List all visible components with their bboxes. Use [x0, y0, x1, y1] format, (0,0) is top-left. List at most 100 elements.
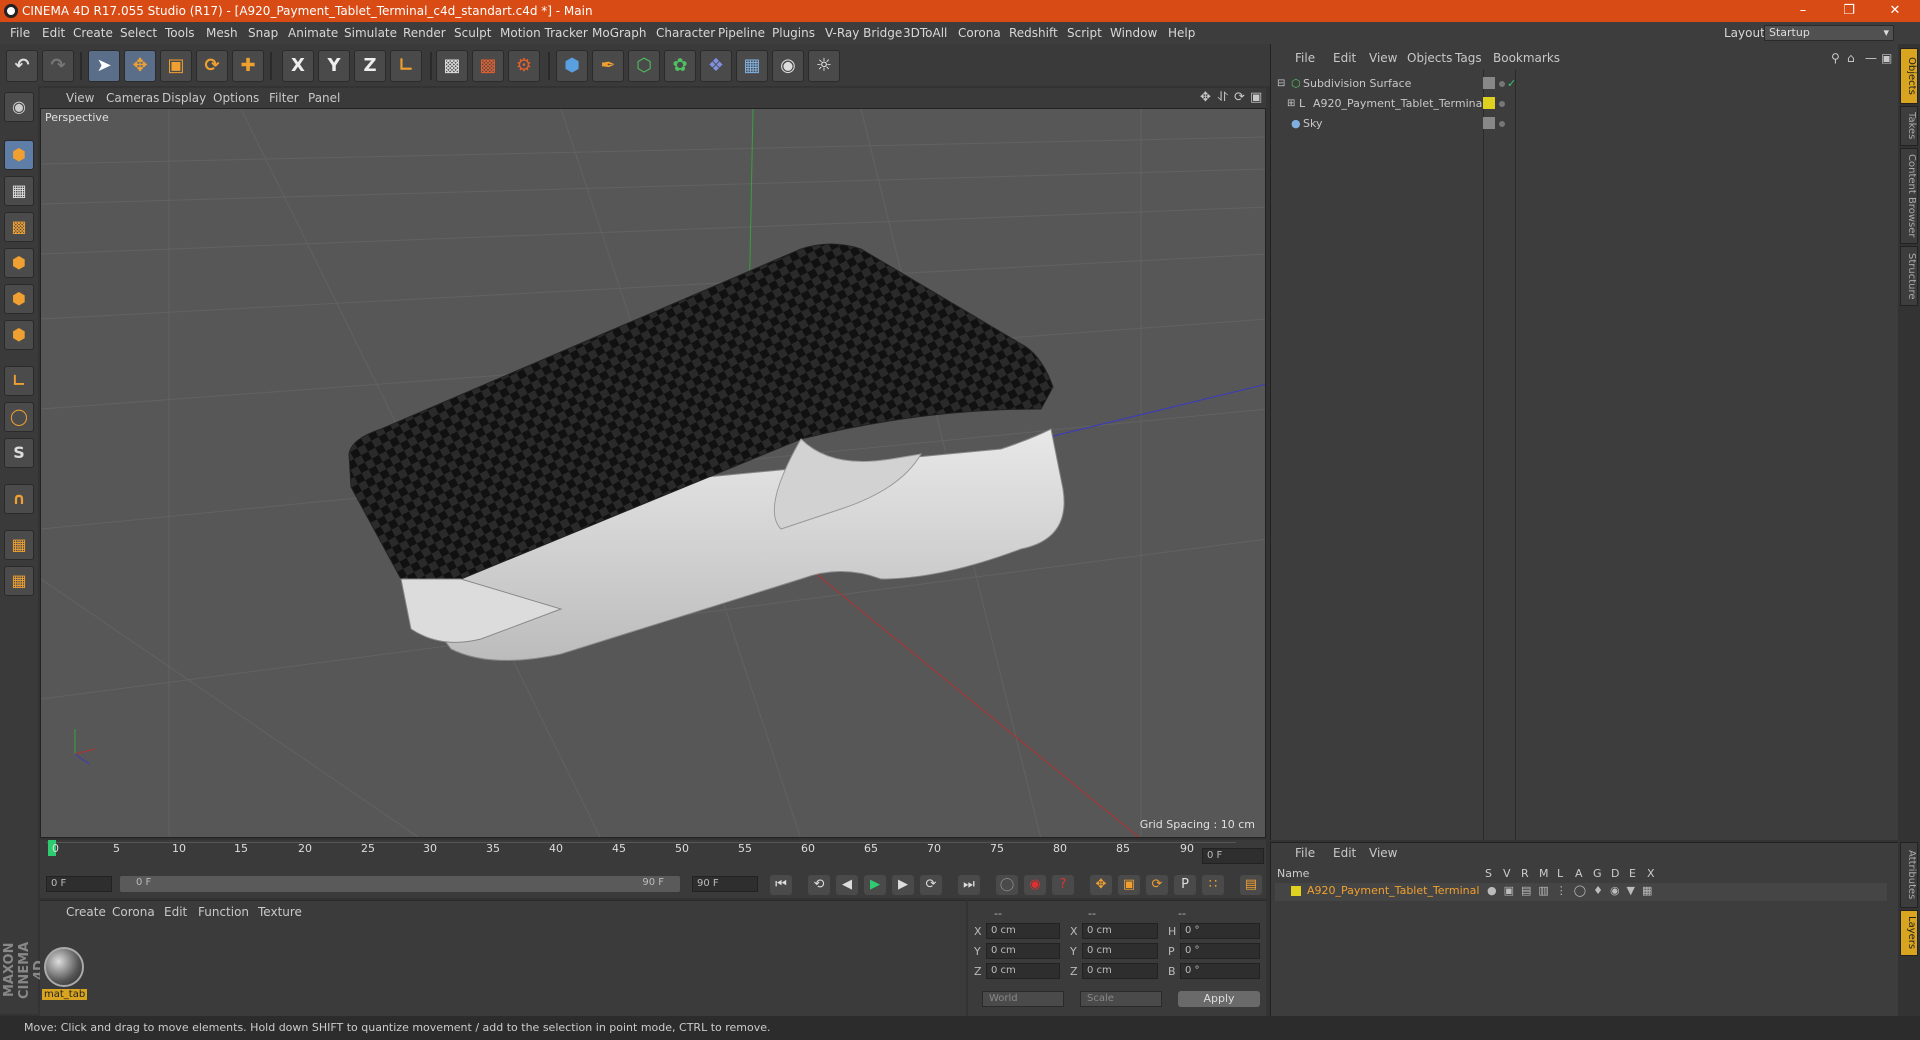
size-z-field[interactable]: 0 cm	[1082, 963, 1158, 979]
tab-attributes[interactable]: Attributes	[1900, 842, 1918, 908]
expand-icon[interactable]: ⊞	[1287, 94, 1295, 114]
render-visibility-dot[interactable]	[1499, 121, 1505, 127]
play-button[interactable]: ▶	[864, 875, 886, 895]
material-swatch[interactable]: mat_tab	[40, 923, 100, 1009]
snap-button[interactable]: S	[4, 438, 34, 468]
viewport-menu-view[interactable]: View	[66, 88, 94, 108]
coordinate-system-button[interactable]: ∟	[390, 50, 422, 82]
editor-visibility-dot[interactable]	[1499, 101, 1505, 107]
layer-color-swatch[interactable]	[1483, 97, 1495, 109]
magnet-button[interactable]: ∩	[4, 484, 34, 514]
position-y-field[interactable]: 0 cm	[986, 943, 1060, 959]
lock-workplane-button[interactable]: ▦	[4, 530, 34, 560]
close-button[interactable]: ✕	[1872, 0, 1918, 22]
tab-takes[interactable]: Takes	[1900, 106, 1918, 146]
material-menu-edit[interactable]: Edit	[164, 905, 187, 919]
layer-menu-view[interactable]: View	[1369, 843, 1397, 863]
object-row-subdivision-surface[interactable]: ⊟ ⬡ Subdivision Surface ✓	[1275, 74, 1887, 94]
menu-select[interactable]: Select	[120, 22, 157, 44]
tab-layers[interactable]: Layers	[1900, 910, 1918, 956]
size-mode-dropdown[interactable]: Scale	[1080, 991, 1162, 1007]
coordinate-space-dropdown[interactable]: World	[982, 991, 1064, 1007]
menu-vray-bridge[interactable]: V-Ray Bridge	[825, 22, 902, 44]
position-x-field[interactable]: 0 cm	[986, 923, 1060, 939]
render-picture-viewer-button[interactable]: ▩	[472, 50, 504, 82]
current-frame-field[interactable]: 0 F	[1202, 848, 1264, 864]
subdivision-surface-button[interactable]: ⬡	[628, 50, 660, 82]
apply-button[interactable]: Apply	[1178, 991, 1260, 1007]
next-frame-button[interactable]: ▶	[892, 875, 914, 895]
y-axis-button[interactable]: Y	[318, 50, 350, 82]
menu-mograph[interactable]: MoGraph	[592, 22, 647, 44]
restore-button[interactable]: ❐	[1826, 0, 1872, 22]
menu-script[interactable]: Script	[1067, 22, 1102, 44]
axis-mode-button[interactable]: ∟	[4, 366, 34, 396]
rotate-tool-button[interactable]: ⟳	[196, 50, 228, 82]
timeline-window-button[interactable]: ▤	[1240, 875, 1262, 895]
menu-file[interactable]: File	[10, 22, 30, 44]
object-menu-edit[interactable]: Edit	[1333, 48, 1356, 68]
polygons-mode-button[interactable]: ⬢	[4, 320, 34, 350]
home-icon[interactable]: ⌂	[1847, 48, 1855, 68]
tweak-mode-button[interactable]: ◯	[4, 402, 34, 432]
material-menu-corona[interactable]: Corona	[112, 905, 155, 919]
viewport-zoom-icon[interactable]: ⥯	[1218, 88, 1228, 108]
texture-mode-button[interactable]: ▦	[4, 176, 34, 206]
checkmark-icon[interactable]: ✓	[1507, 74, 1516, 94]
object-menu-file[interactable]: File	[1295, 48, 1315, 68]
make-editable-button[interactable]: ◉	[4, 92, 34, 122]
rotation-b-field[interactable]: 0 °	[1180, 963, 1260, 979]
menu-render[interactable]: Render	[403, 22, 446, 44]
start-frame-field[interactable]: 0 F	[46, 876, 112, 892]
menu-plugins[interactable]: Plugins	[772, 22, 815, 44]
go-to-end-button[interactable]: ⏭	[958, 875, 980, 895]
model-mode-button[interactable]: ⬢	[4, 140, 34, 170]
keyframe-selection-button[interactable]: ?	[1052, 875, 1074, 895]
rotation-h-field[interactable]: 0 °	[1180, 923, 1260, 939]
viewport-menu-cameras[interactable]: Cameras	[106, 88, 159, 108]
scale-tool-button[interactable]: ▣	[160, 50, 192, 82]
rotation-key-button[interactable]: ⟳	[1146, 875, 1168, 895]
layout-select[interactable]: Startup ▾	[1764, 25, 1894, 41]
render-visibility-dot[interactable]	[1499, 81, 1505, 87]
viewport-maximize-icon[interactable]: ▣	[1250, 88, 1262, 108]
viewport-menu-options[interactable]: Options	[213, 88, 259, 108]
menu-mesh[interactable]: Mesh	[206, 22, 238, 44]
render-settings-button[interactable]: ⚙	[508, 50, 540, 82]
editor-visibility-icon[interactable]	[1483, 77, 1495, 89]
object-row-payment-terminal[interactable]: ⊞ L A920_Payment_Tablet_Terminal	[1275, 94, 1887, 114]
menu-tools[interactable]: Tools	[165, 22, 195, 44]
point-level-key-button[interactable]: ∷	[1202, 875, 1224, 895]
size-x-field[interactable]: 0 cm	[1082, 923, 1158, 939]
editor-visibility-icon[interactable]	[1483, 117, 1495, 129]
next-keyframe-button[interactable]: ⟳	[920, 875, 942, 895]
end-frame-field[interactable]: 90 F	[692, 876, 758, 892]
object-menu-bookmarks[interactable]: Bookmarks	[1493, 48, 1560, 68]
planar-workplane-button[interactable]: ▦	[4, 566, 34, 596]
previous-frame-button[interactable]: ◀	[836, 875, 858, 895]
points-mode-button[interactable]: ⬢	[4, 248, 34, 278]
live-selection-button[interactable]: ✚	[232, 50, 264, 82]
timeline-ruler[interactable]: 0 5 10 15 20 25 30 35 40 45 50 55 60 65 …	[40, 840, 1266, 870]
cube-object-button[interactable]: ⬢	[556, 50, 588, 82]
material-menu-function[interactable]: Function	[198, 905, 249, 919]
menu-3dtoall[interactable]: 3DToAll	[903, 22, 947, 44]
menu-snap[interactable]: Snap	[248, 22, 278, 44]
layer-menu-edit[interactable]: Edit	[1333, 843, 1356, 863]
material-menu-create[interactable]: Create	[66, 905, 106, 919]
menu-simulate[interactable]: Simulate	[344, 22, 397, 44]
menu-create[interactable]: Create	[73, 22, 113, 44]
x-axis-button[interactable]: X	[282, 50, 314, 82]
record-keyframe-button[interactable]: ◯	[996, 875, 1018, 895]
menu-motion-tracker[interactable]: Motion Tracker	[500, 22, 588, 44]
edges-mode-button[interactable]: ⬢	[4, 284, 34, 314]
viewport-move-icon[interactable]: ✥	[1200, 88, 1211, 108]
tab-structure[interactable]: Structure	[1900, 246, 1918, 306]
viewport-menu-filter[interactable]: Filter	[269, 88, 299, 108]
menu-pipeline[interactable]: Pipeline	[718, 22, 765, 44]
viewport-menu-panel[interactable]: Panel	[308, 88, 340, 108]
menu-animate[interactable]: Animate	[288, 22, 338, 44]
menu-help[interactable]: Help	[1168, 22, 1195, 44]
layer-color-swatch[interactable]	[1291, 886, 1301, 896]
autokey-button[interactable]: ◉	[1024, 875, 1046, 895]
